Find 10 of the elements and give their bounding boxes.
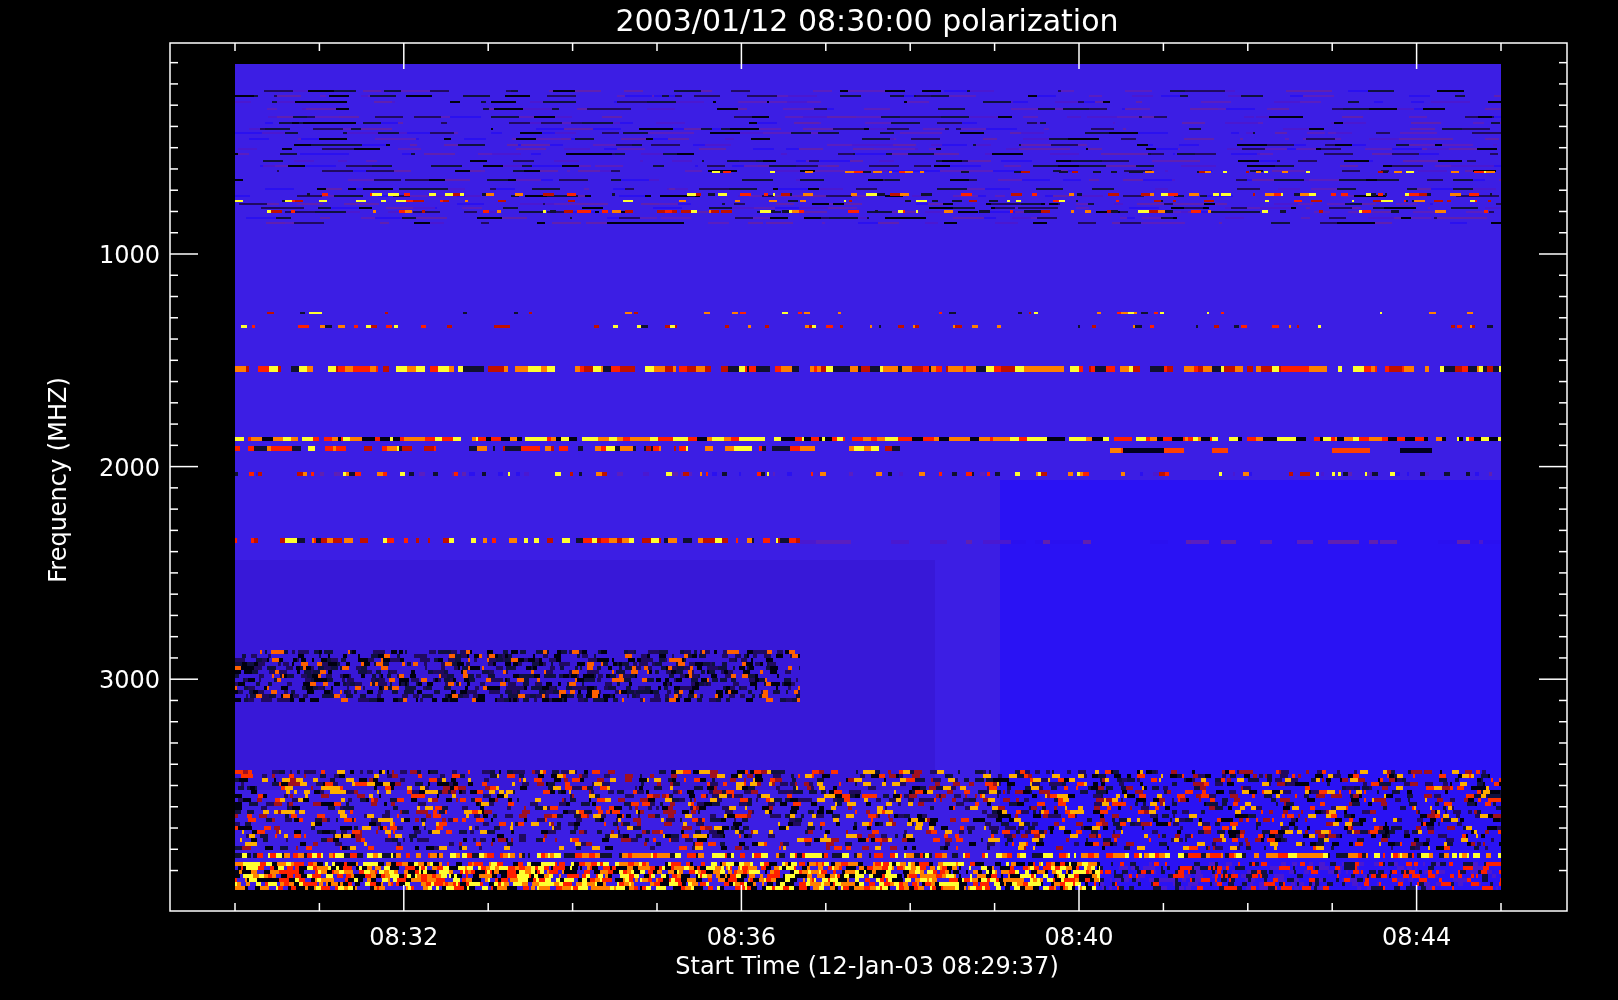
tick-label: 2000 [98,453,160,482]
tick-label: 08:32 [369,923,439,951]
axis-label: Frequency (MHZ) [44,377,72,583]
tick-label: 1000 [98,241,160,269]
tick-label: 08:40 [1044,923,1114,951]
tick-label: 3000 [98,666,160,695]
tick-label: 08:36 [706,923,776,951]
tick-label: 08:44 [1382,923,1452,951]
plot-title: 2003/01/12 08:30:00 polarization [615,3,1119,38]
axis-label: Start Time (12-Jan-03 08:29:37) [675,952,1059,980]
